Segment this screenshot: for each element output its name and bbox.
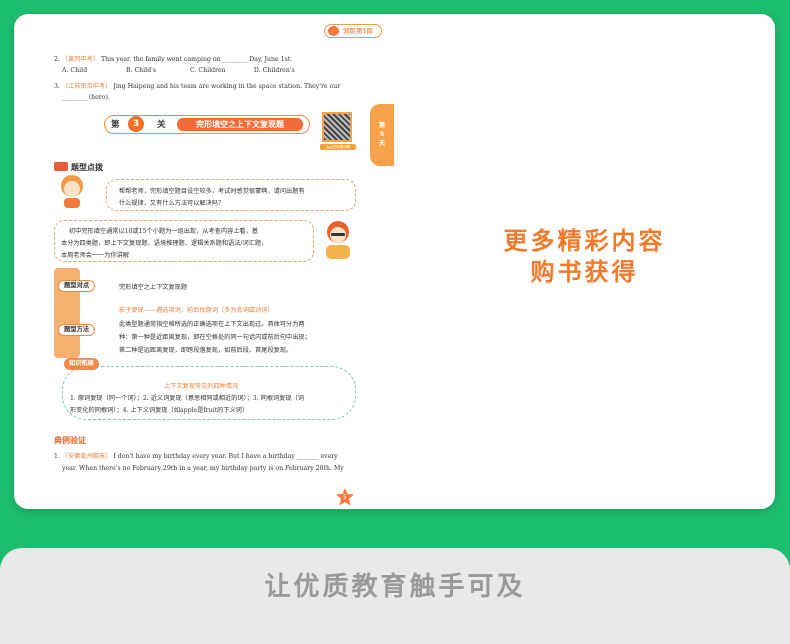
teacher-answer-bubble: 初中完形填空通常以10或15个小题为一组出现，从考查内容上看，基 本分为四类题，… bbox=[54, 220, 314, 262]
type-pill: 题型对点 bbox=[58, 280, 96, 292]
knowledge-tag: 知识拓展 bbox=[64, 358, 99, 370]
book-preview-card: 领跑第1周 2. （黄冈中考） This year, the family we… bbox=[14, 14, 775, 509]
book-page: 领跑第1周 2. （黄冈中考） This year, the family we… bbox=[14, 14, 394, 509]
knowledge-line-1: 1. 原词复现（同一个词）；2. 近义词复现（意思相同或相近的词）；3. 同根词… bbox=[70, 395, 304, 402]
footer-slogan: 让优质教育触手可及 bbox=[264, 572, 526, 602]
day-side-tab: 第 5 天 bbox=[370, 104, 394, 166]
question-2-options: A. Child B. Child's C. Children D. Child… bbox=[62, 67, 295, 74]
type-text: 完形填空之上下文复现题 bbox=[119, 284, 188, 291]
cta-panel: 更多精彩内容 购书获得 bbox=[394, 14, 775, 509]
level-banner: 第 3 关 完形填空之上下文复现题 bbox=[104, 115, 310, 134]
example-1-cont: year. When there's no February 29th in a… bbox=[62, 465, 344, 472]
question-2: 2. （黄冈中考） This year, the family went cam… bbox=[54, 56, 293, 63]
qr-caption: App扫码看讲解 bbox=[320, 144, 356, 150]
week-tag-label: 领跑第1周 bbox=[342, 27, 373, 35]
knowledge-line-2: 形变化的同根词）；4. 上下义词复现（如apple是fruit的下义词） bbox=[70, 407, 249, 414]
teacher-avatar-icon bbox=[326, 221, 350, 259]
cta-line-2: 购书获得 bbox=[530, 258, 639, 286]
knowledge-title: 上下文复现常见的四种情况 bbox=[164, 383, 239, 390]
cta-text: 更多精彩内容 购书获得 bbox=[394, 226, 775, 288]
method-line-4: 第二种是远距离复现，即跨段落复现，如前后段、首尾段复现。 bbox=[119, 347, 293, 354]
method-line-3: 种：第一种是近距离复现，即在空格处的同一句话内或前后句中出现； bbox=[119, 334, 311, 341]
student-question-bubble: 帮帮老师，完形填空题目设空较多，考试时感觉很蒙啊，请问出题有 什么规律，又有什么… bbox=[106, 179, 356, 211]
cta-line-1: 更多精彩内容 bbox=[503, 227, 666, 255]
level-number: 3 bbox=[128, 116, 144, 132]
method-line-1: 影子复现——遇选项词，前后找原词（多为名词或动词） bbox=[119, 307, 274, 314]
page-number: 5 bbox=[343, 494, 347, 501]
week-tag: 领跑第1周 bbox=[323, 24, 382, 38]
method-pill: 题型方法 bbox=[58, 324, 96, 336]
question-3-cont: ________ (hero). bbox=[62, 94, 110, 101]
section-mark-icon bbox=[54, 162, 68, 171]
student-avatar-icon bbox=[61, 175, 83, 208]
planet-icon bbox=[327, 26, 339, 36]
qr-code bbox=[322, 112, 352, 142]
section-example-title: 典例验证 bbox=[54, 436, 86, 445]
method-line-2: 此类型题通常指空格所选的正确选项在上下文出现过。具体可分为两 bbox=[119, 321, 305, 328]
level-title: 完形填空之上下文复现题 bbox=[177, 118, 303, 131]
question-3: 3. （江苏南京中考） Jing Haipeng and his team ar… bbox=[54, 83, 341, 90]
example-1: 1. （安徽亳州期末） I don't have my birthday eve… bbox=[54, 453, 338, 460]
